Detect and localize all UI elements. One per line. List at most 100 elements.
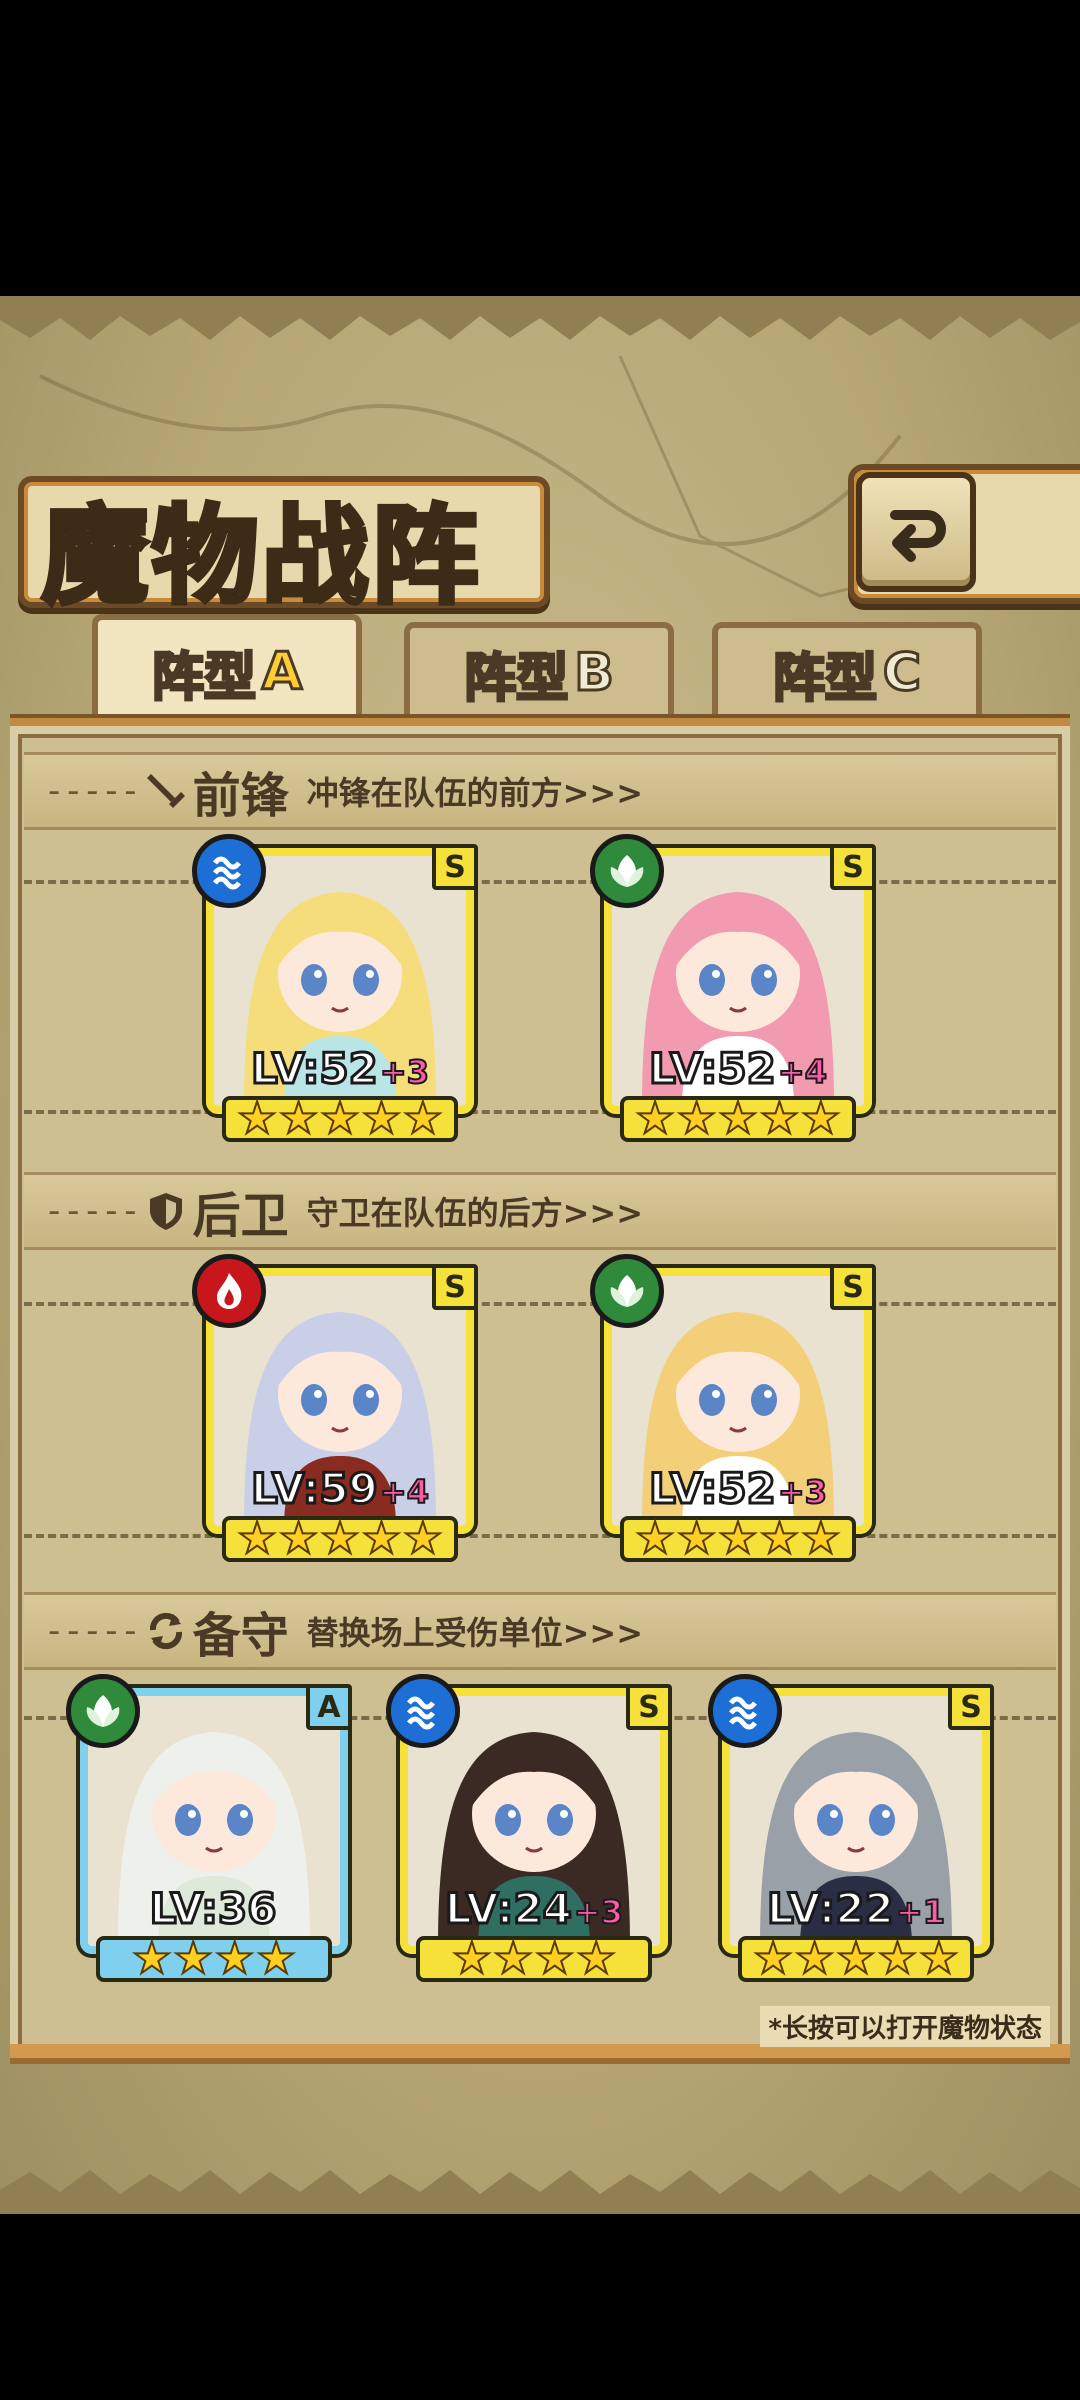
star-rating: ★ ★ ★ ★ xyxy=(416,1936,652,1982)
star-icon: ★ xyxy=(361,1093,402,1144)
shield-icon xyxy=(145,1190,187,1232)
star-icon: ★ xyxy=(402,1093,443,1144)
slot-guide-line xyxy=(24,1534,1056,1538)
rank-badge: S xyxy=(432,1264,478,1310)
level-bonus: +4 xyxy=(777,1052,828,1092)
star-icon: ★ xyxy=(236,1513,277,1564)
tab-formation-c[interactable]: 阵型 C xyxy=(712,622,982,718)
monster-card-r1[interactable]: S LV:59+4 ★ ★ ★ ★ ★ xyxy=(192,1254,478,1562)
star-icon: ★ xyxy=(752,1933,793,1984)
star-icon: ★ xyxy=(131,1933,172,1984)
star-icon: ★ xyxy=(676,1513,717,1564)
divider-dashes: - - - - - xyxy=(48,1191,137,1231)
star-icon: ★ xyxy=(759,1513,800,1564)
slot-guide-line xyxy=(24,1110,1056,1114)
star-icon: ★ xyxy=(451,1933,492,1984)
level-bonus: +1 xyxy=(895,1892,946,1932)
rank-badge: S xyxy=(830,1264,876,1310)
section-vanguard-header: - - - - - 前锋 冲锋在队伍的前方>>> xyxy=(24,752,1056,830)
star-icon: ★ xyxy=(717,1513,758,1564)
level-label: LV:52+4 xyxy=(604,1043,872,1095)
star-rating: ★ ★ ★ ★ ★ xyxy=(738,1936,974,1982)
star-icon: ★ xyxy=(173,1933,214,1984)
star-icon: ★ xyxy=(214,1933,255,1984)
star-icon: ★ xyxy=(835,1933,876,1984)
water-element-icon xyxy=(708,1674,782,1748)
level-value: LV:52 xyxy=(250,1043,380,1095)
slot-guide-line xyxy=(24,1302,1056,1306)
star-rating: ★ ★ ★ ★ ★ xyxy=(620,1516,856,1562)
level-value: LV:22 xyxy=(766,1883,896,1935)
star-icon: ★ xyxy=(800,1093,841,1144)
section-reserve-header: - - - - - 备守 替换场上受伤单位>>> xyxy=(24,1592,1056,1670)
leaf-element-icon xyxy=(66,1674,140,1748)
rank-badge: S xyxy=(432,844,478,890)
star-icon: ★ xyxy=(493,1933,534,1984)
star-icon: ★ xyxy=(717,1093,758,1144)
tab-suffix: C xyxy=(881,642,922,705)
rank-badge: S xyxy=(626,1684,672,1730)
level-bonus: +3 xyxy=(379,1052,430,1092)
level-value: LV:59 xyxy=(250,1463,380,1515)
monster-card-b1[interactable]: A LV:36 ★ ★ ★ ★ xyxy=(66,1674,352,1982)
level-value: LV:52 xyxy=(648,1043,778,1095)
star-icon: ★ xyxy=(634,1513,675,1564)
level-value: LV:36 xyxy=(148,1883,278,1935)
level-label: LV:52+3 xyxy=(604,1463,872,1515)
star-icon: ★ xyxy=(319,1513,360,1564)
torn-edge-bottom xyxy=(0,2170,1080,2214)
back-button[interactable] xyxy=(856,472,976,592)
star-icon: ★ xyxy=(278,1513,319,1564)
monster-card-v1[interactable]: S LV:52+3 ★ ★ ★ ★ ★ xyxy=(192,834,478,1142)
level-label: LV:36 xyxy=(80,1883,348,1935)
level-value: LV:24 xyxy=(444,1883,574,1935)
tab-label: 阵型 xyxy=(771,647,878,710)
leaf-element-icon xyxy=(590,834,664,908)
tab-suffix: A xyxy=(260,641,303,704)
sword-icon xyxy=(145,770,187,812)
return-arrow-icon xyxy=(890,510,946,562)
star-rating: ★ ★ ★ ★ ★ xyxy=(222,1096,458,1142)
star-icon: ★ xyxy=(278,1093,319,1144)
level-value: LV:52 xyxy=(648,1463,778,1515)
section-desc: 替换场上受伤单位>>> xyxy=(306,1614,644,1652)
level-label: LV:22+1 xyxy=(722,1883,990,1935)
section-name: 前锋 xyxy=(192,768,289,824)
level-bonus: +3 xyxy=(573,1892,624,1932)
level-bonus: +3 xyxy=(777,1472,828,1512)
tab-formation-b[interactable]: 阵型 B xyxy=(404,622,674,718)
star-rating: ★ ★ ★ ★ ★ xyxy=(620,1096,856,1142)
star-icon: ★ xyxy=(794,1933,835,1984)
star-icon: ★ xyxy=(236,1093,277,1144)
monster-card-r2[interactable]: S LV:52+3 ★ ★ ★ ★ ★ xyxy=(590,1254,876,1562)
star-icon: ★ xyxy=(575,1933,616,1984)
star-rating: ★ ★ ★ ★ ★ xyxy=(222,1516,458,1562)
level-bonus: +4 xyxy=(379,1472,430,1512)
game-screen: 魔物战阵 阵型 A 阵型 B 阵型 C - - - - - 前锋 冲锋在队伍的前… xyxy=(0,296,1080,2214)
level-label: LV:59+4 xyxy=(206,1463,474,1515)
divider-dashes: - - - - - xyxy=(48,1611,137,1651)
monster-card-b2[interactable]: S LV:24+3 ★ ★ ★ ★ xyxy=(386,1674,672,1982)
divider-dashes: - - - - - xyxy=(48,771,137,811)
leaf-element-icon xyxy=(590,1254,664,1328)
monster-card-v2[interactable]: S LV:52+4 ★ ★ ★ ★ ★ xyxy=(590,834,876,1142)
monster-card-b3[interactable]: S LV:22+1 ★ ★ ★ ★ ★ xyxy=(708,1674,994,1982)
star-icon: ★ xyxy=(534,1933,575,1984)
rank-badge: S xyxy=(830,844,876,890)
section-rearguard-header: - - - - - 后卫 守卫在队伍的后方>>> xyxy=(24,1172,1056,1250)
long-press-hint: *长按可以打开魔物状态 xyxy=(760,2006,1050,2047)
slot-guide-line xyxy=(24,880,1056,884)
star-icon: ★ xyxy=(361,1513,402,1564)
section-name: 后卫 xyxy=(192,1188,289,1244)
swap-icon xyxy=(145,1610,187,1652)
page-title: 魔物战阵 xyxy=(40,491,482,621)
rank-badge: S xyxy=(948,1684,994,1730)
water-element-icon xyxy=(386,1674,460,1748)
level-label: LV:52+3 xyxy=(206,1043,474,1095)
water-element-icon xyxy=(192,834,266,908)
star-icon: ★ xyxy=(634,1093,675,1144)
fire-element-icon xyxy=(192,1254,266,1328)
tab-formation-a[interactable]: 阵型 A xyxy=(92,614,362,724)
section-desc: 冲锋在队伍的前方>>> xyxy=(306,774,644,812)
star-rating: ★ ★ ★ ★ xyxy=(96,1936,332,1982)
